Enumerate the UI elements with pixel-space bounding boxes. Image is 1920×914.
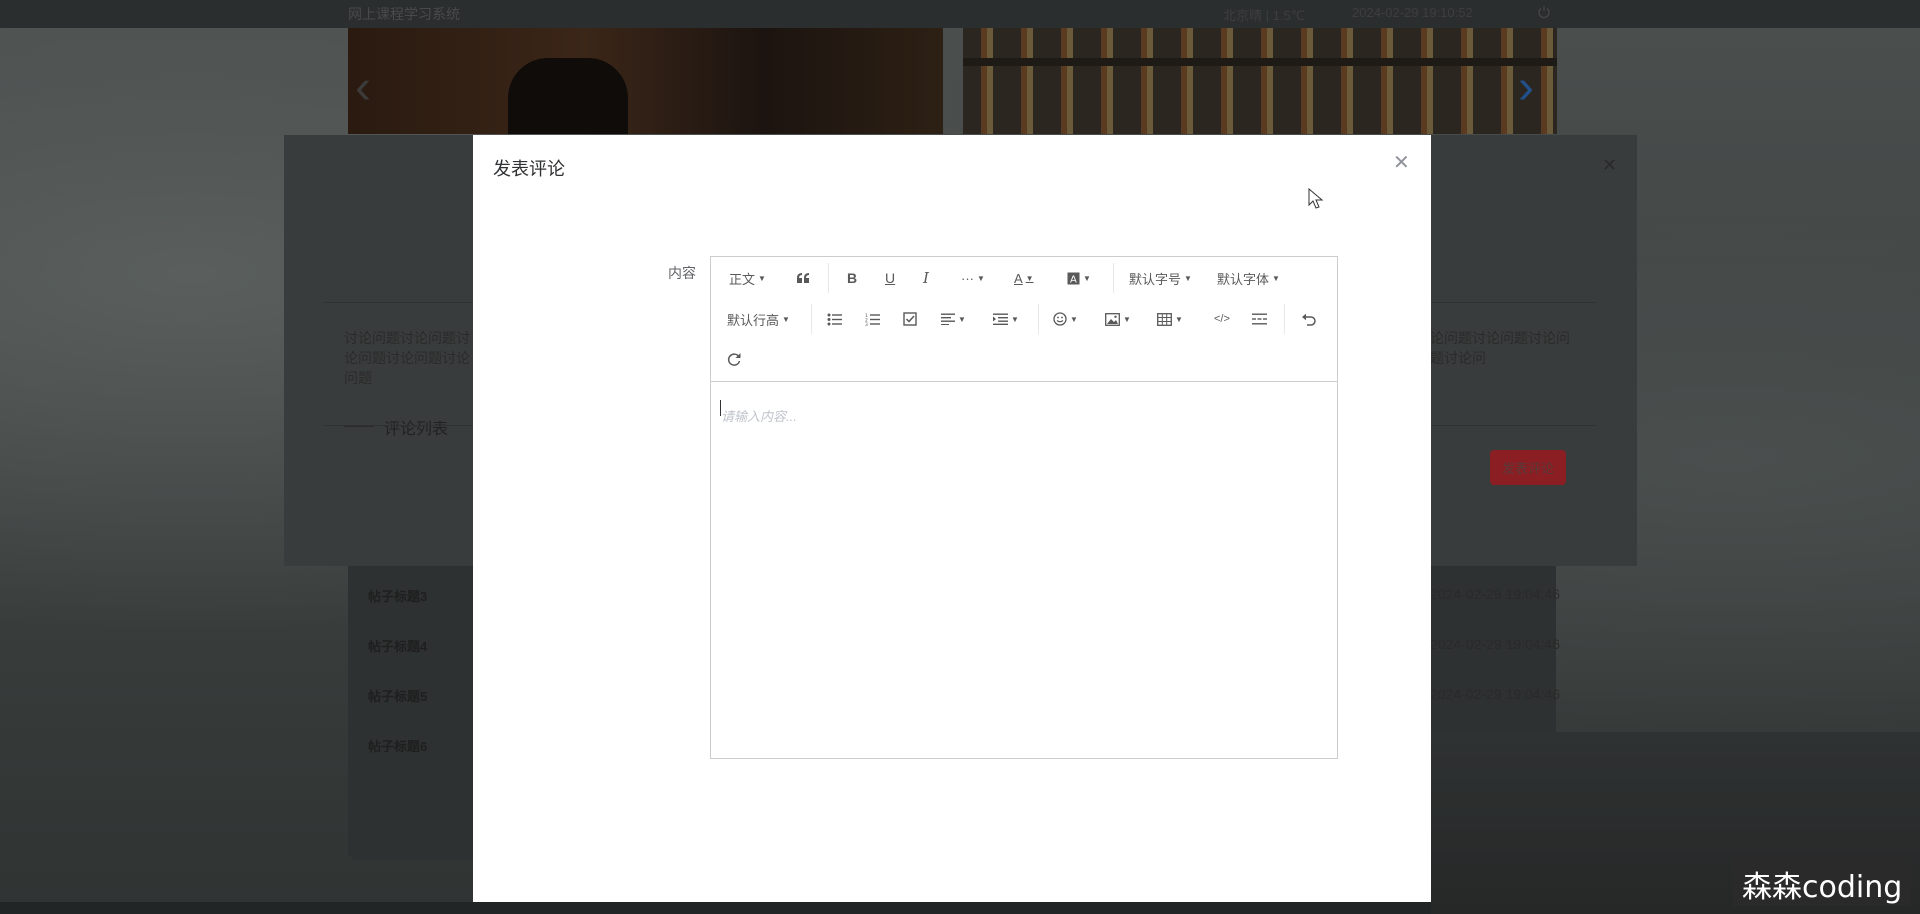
font-color-icon[interactable]: A ▼ [1014, 266, 1034, 290]
weather-info: 北京晴 | 1.5℃ [1223, 8, 1306, 23]
numbered-list-icon[interactable]: 123 [865, 307, 880, 331]
post-title[interactable]: 帖子标题6 [368, 736, 427, 755]
post-comment-button[interactable]: 发表评论 [1490, 450, 1566, 485]
comment-dialog: 发表评论 ✕ 内容 正文 ▼ B U I ··· ▼ A ▼ A ▼ 默认字号 ▼ [473, 135, 1431, 914]
editor-placeholder: 请输入内容... [721, 409, 797, 424]
font-family-select[interactable]: 默认字体 ▼ [1217, 266, 1280, 290]
top-bar: 网上课程学习系统 北京晴 | 1.5℃ 2024-02-29 19:10:52 [0, 0, 1920, 28]
bulleted-list-icon[interactable] [827, 307, 842, 331]
dialog-title: 发表评论 [493, 159, 565, 179]
content-label: 内容 [668, 265, 696, 281]
image-icon[interactable]: ▼ [1105, 307, 1131, 331]
mouse-cursor-icon [1308, 188, 1324, 209]
banner-image-right [963, 28, 1557, 134]
carousel-next-icon[interactable]: › [1518, 60, 1534, 115]
close-icon[interactable]: ✕ [1602, 155, 1617, 176]
paragraph-label: 正文 [729, 271, 756, 287]
indent-icon[interactable]: ▼ [993, 307, 1019, 331]
post-title[interactable]: 帖子标题5 [368, 686, 427, 705]
font-size-label: 默认字号 [1129, 271, 1182, 287]
datetime-display: 2024-02-29 19:10:52 [1352, 5, 1473, 20]
undo-icon[interactable] [1301, 307, 1316, 331]
power-icon[interactable] [1537, 5, 1551, 19]
line-height-select[interactable]: 默认行高 ▼ [727, 307, 790, 331]
emoji-icon[interactable]: ▼ [1053, 307, 1078, 331]
post-time: 2024-02-29 19:04:46 [1430, 586, 1560, 602]
banner-image-left [348, 28, 943, 134]
watermark-text: 森森coding [1742, 870, 1903, 905]
code-icon[interactable]: </> [1214, 307, 1230, 331]
divider [344, 426, 374, 427]
site-title: 网上课程学习系统 [348, 6, 460, 22]
post-title[interactable]: 帖子标题3 [368, 586, 427, 605]
editor-content-area[interactable]: 请输入内容... [711, 382, 1337, 759]
divider-line-icon[interactable] [1252, 307, 1267, 331]
post-time: 2024-02-29 19:04:46 [1430, 686, 1560, 702]
divider [1284, 304, 1285, 334]
font-family-label: 默认字体 [1217, 271, 1270, 287]
carousel-prev-icon[interactable]: ‹ [355, 60, 371, 115]
close-icon[interactable]: ✕ [1393, 153, 1410, 173]
table-icon[interactable]: ▼ [1157, 307, 1183, 331]
paragraph-select[interactable]: 正文 ▼ [729, 266, 766, 290]
comment-list-title: 评论列表 [384, 421, 449, 438]
divider [1113, 263, 1114, 293]
post-body-text: 论问题讨论问题讨论问题讨论问 [1430, 330, 1570, 366]
post-time: 2024-02-29 19:04:46 [1430, 636, 1560, 652]
rich-text-editor: 正文 ▼ B U I ··· ▼ A ▼ A ▼ 默认字号 ▼ 默认字体 ▼ 默认行高 [710, 256, 1338, 759]
font-size-select[interactable]: 默认字号 ▼ [1129, 266, 1192, 290]
background-color-icon[interactable]: A ▼ [1067, 266, 1091, 290]
editor-toolbar: 正文 ▼ B U I ··· ▼ A ▼ A ▼ 默认字号 ▼ 默认字体 ▼ 默认行高 [711, 257, 1337, 382]
todo-icon[interactable] [903, 307, 917, 331]
svg-text:A: A [1070, 274, 1077, 285]
italic-icon[interactable]: I [923, 266, 929, 290]
quote-icon[interactable] [796, 266, 810, 290]
align-icon[interactable]: ▼ [941, 307, 966, 331]
post-title[interactable]: 帖子标题4 [368, 636, 427, 655]
svg-text:3: 3 [865, 322, 868, 326]
divider [828, 263, 829, 293]
divider [1038, 304, 1039, 334]
divider [811, 304, 812, 334]
underline-icon[interactable]: U [885, 266, 895, 290]
line-height-label: 默认行高 [727, 312, 780, 328]
post-body-text: 讨论问题讨论问题讨论问题讨论问题讨论问题 [344, 330, 470, 386]
bold-icon[interactable]: B [847, 266, 857, 290]
redo-icon[interactable] [727, 347, 742, 371]
more-style-icon[interactable]: ··· ▼ [961, 266, 985, 290]
